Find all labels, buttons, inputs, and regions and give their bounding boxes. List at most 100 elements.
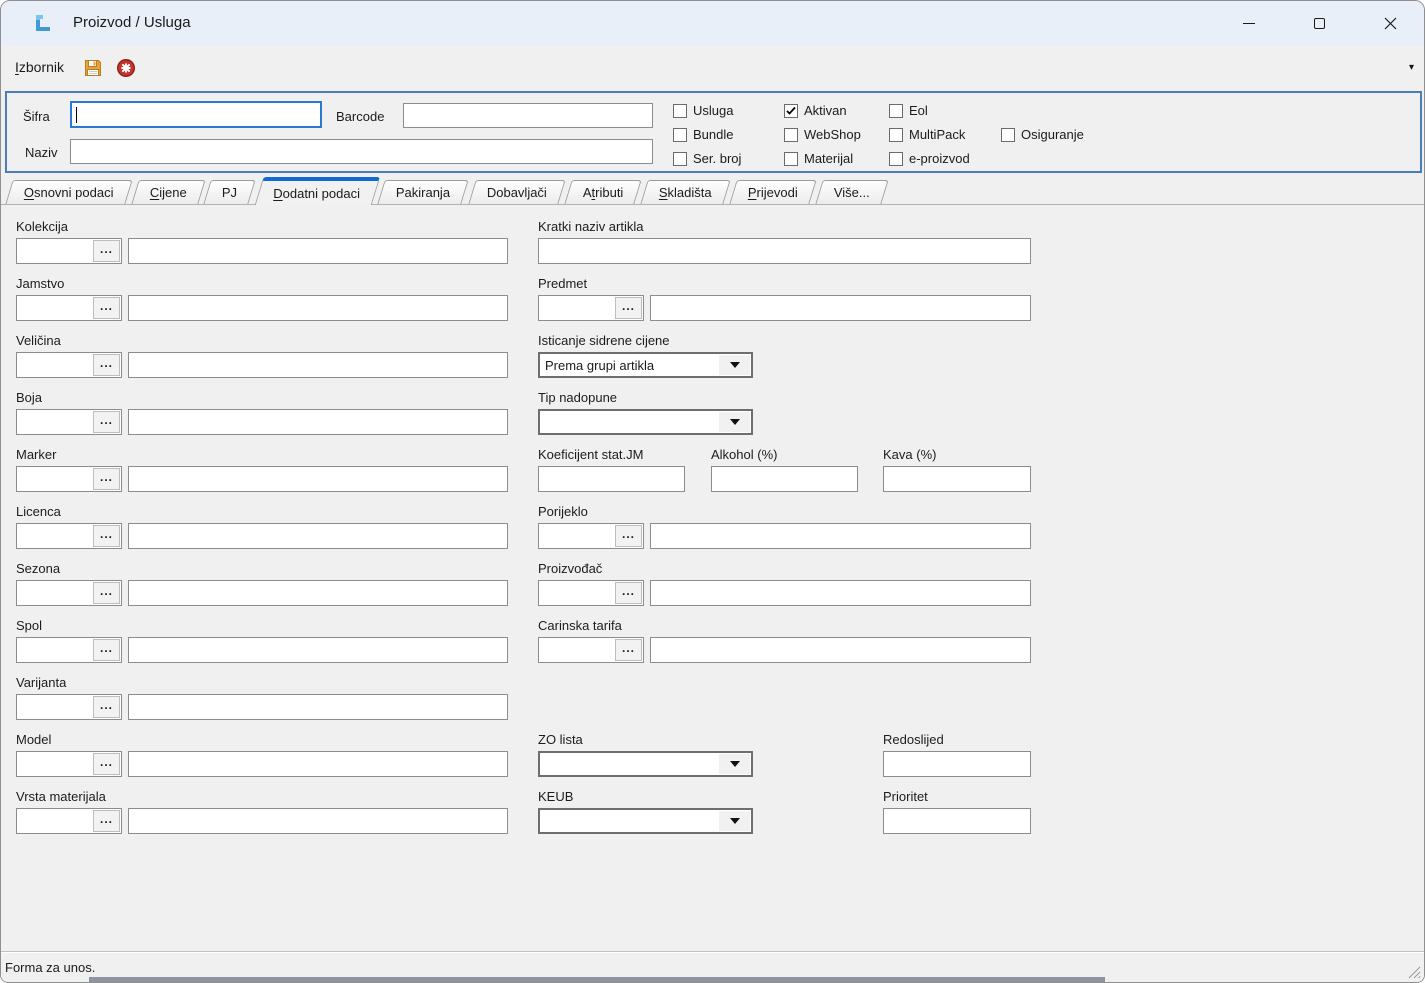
naziv-input[interactable] (70, 139, 653, 164)
barcode-input[interactable] (403, 103, 653, 128)
maximize-button[interactable] (1296, 1, 1342, 46)
tab-pj[interactable]: PJ (204, 180, 257, 204)
carinska-code-input[interactable] (539, 638, 615, 662)
tab-dobavljaci[interactable]: Dobavljači (468, 180, 565, 204)
checkbox-box[interactable] (889, 152, 903, 166)
kava-input[interactable] (883, 466, 1031, 492)
spol-lookup-button[interactable]: ... (93, 639, 120, 661)
predmet-lookup-button[interactable]: ... (615, 297, 642, 319)
vrsta-materijala-name-input[interactable] (128, 808, 508, 834)
sifra-input[interactable] (70, 101, 322, 128)
vrsta-materijala-code-input[interactable] (17, 809, 93, 833)
sezona-code-input[interactable] (17, 581, 93, 605)
keub-combobox[interactable] (538, 808, 753, 834)
checkbox-materijal[interactable]: Materijal (784, 151, 853, 166)
boja-name-input[interactable] (128, 409, 508, 435)
dropdown-arrow-icon[interactable] (719, 412, 750, 432)
proizvodac-lookup-button[interactable]: ... (615, 582, 642, 604)
kratki-naziv-input[interactable] (538, 238, 1031, 264)
checkbox-box[interactable] (784, 152, 798, 166)
close-button[interactable] (1367, 1, 1413, 46)
marker-lookup-button[interactable]: ... (93, 468, 120, 490)
marker-name-input[interactable] (128, 466, 508, 492)
velicina-code-input[interactable] (17, 353, 93, 377)
sezona-name-input[interactable] (128, 580, 508, 606)
model-lookup-button[interactable]: ... (93, 753, 120, 775)
toolbar-overflow-icon[interactable]: ▾ (1409, 63, 1414, 73)
jamstvo-lookup-button[interactable]: ... (93, 297, 120, 319)
title-bar[interactable]: Proizvod / Usluga (1, 1, 1424, 46)
checkbox-webshop[interactable]: WebShop (784, 127, 861, 142)
checkbox-box[interactable] (673, 128, 687, 142)
proizvodac-name-input[interactable] (650, 580, 1031, 606)
licenca-name-input[interactable] (128, 523, 508, 549)
dropdown-arrow-icon[interactable] (719, 355, 750, 375)
cancel-button[interactable] (113, 55, 139, 81)
spol-name-input[interactable] (128, 637, 508, 663)
resize-grip[interactable] (1408, 966, 1421, 979)
kolekcija-name-input[interactable] (128, 238, 508, 264)
prioritet-input[interactable] (883, 808, 1031, 834)
tab-skladista[interactable]: Skladišta (640, 180, 730, 204)
tab-cijene[interactable]: Cijene (131, 180, 205, 204)
checkbox-box[interactable] (673, 152, 687, 166)
spol-code-input[interactable] (17, 638, 93, 662)
porijeklo-code-input[interactable] (539, 524, 615, 548)
jamstvo-name-input[interactable] (128, 295, 508, 321)
porijeklo-lookup-button[interactable]: ... (615, 525, 642, 547)
marker-code-input[interactable] (17, 467, 93, 491)
save-button[interactable] (80, 55, 106, 81)
predmet-code-input[interactable] (539, 296, 615, 320)
velicina-lookup-button[interactable]: ... (93, 354, 120, 376)
tab-atributi[interactable]: Atributi (564, 180, 642, 204)
minimize-button[interactable] (1226, 1, 1272, 46)
model-name-input[interactable] (128, 751, 508, 777)
boja-lookup-button[interactable]: ... (93, 411, 120, 433)
menu-izbornik[interactable]: Izbornik (11, 58, 68, 76)
carinska-lookup-button[interactable]: ... (615, 639, 642, 661)
checkbox-box[interactable] (784, 128, 798, 142)
licenca-code-input[interactable] (17, 524, 93, 548)
checkbox-bundle[interactable]: Bundle (673, 127, 733, 142)
dropdown-arrow-icon[interactable] (719, 811, 750, 831)
tab-pakiranja[interactable]: Pakiranja (378, 180, 470, 204)
checkbox-ser-broj[interactable]: Ser. broj (673, 151, 741, 166)
kolekcija-code-input[interactable] (17, 239, 93, 263)
varijanta-name-input[interactable] (128, 694, 508, 720)
checkbox-eol[interactable]: Eol (889, 103, 928, 118)
tab-osnovni-podaci[interactable]: Osnovni podaci (5, 180, 132, 204)
tab-dodatni-podaci[interactable]: Dodatni podaci (254, 177, 379, 205)
vrsta-materijala-lookup-button[interactable]: ... (93, 810, 120, 832)
checkbox-box[interactable] (889, 104, 903, 118)
tip-nadopune-combobox[interactable] (538, 409, 753, 435)
checkbox-usluga[interactable]: Usluga (673, 103, 733, 118)
predmet-name-input[interactable] (650, 295, 1031, 321)
isticanje-combobox[interactable]: Prema grupi artikla (538, 352, 753, 378)
checkbox-box[interactable] (673, 104, 687, 118)
koeficijent-input[interactable] (538, 466, 685, 492)
alkohol-input[interactable] (711, 466, 858, 492)
varijanta-lookup-button[interactable]: ... (93, 696, 120, 718)
boja-code-input[interactable] (17, 410, 93, 434)
tab-vise[interactable]: Više... (815, 180, 888, 204)
carinska-name-input[interactable] (650, 637, 1031, 663)
jamstvo-code-input[interactable] (17, 296, 93, 320)
checkbox-e-proizvod[interactable]: e-proizvod (889, 151, 970, 166)
checkbox-osiguranje[interactable]: Osiguranje (1001, 127, 1084, 142)
porijeklo-name-input[interactable] (650, 523, 1031, 549)
checkbox-box[interactable] (1001, 128, 1015, 142)
sezona-lookup-button[interactable]: ... (93, 582, 120, 604)
licenca-lookup-button[interactable]: ... (93, 525, 120, 547)
checkbox-box[interactable] (889, 128, 903, 142)
model-code-input[interactable] (17, 752, 93, 776)
velicina-name-input[interactable] (128, 352, 508, 378)
proizvodac-code-input[interactable] (539, 581, 615, 605)
checkbox-box[interactable] (784, 104, 798, 118)
zo-lista-combobox[interactable] (538, 751, 753, 777)
dropdown-arrow-icon[interactable] (719, 754, 750, 774)
checkbox-aktivan[interactable]: Aktivan (784, 103, 847, 118)
checkbox-multipack[interactable]: MultiPack (889, 127, 965, 142)
tab-prijevodi[interactable]: Prijevodi (729, 180, 816, 204)
varijanta-code-input[interactable] (17, 695, 93, 719)
kolekcija-lookup-button[interactable]: ... (93, 240, 120, 262)
